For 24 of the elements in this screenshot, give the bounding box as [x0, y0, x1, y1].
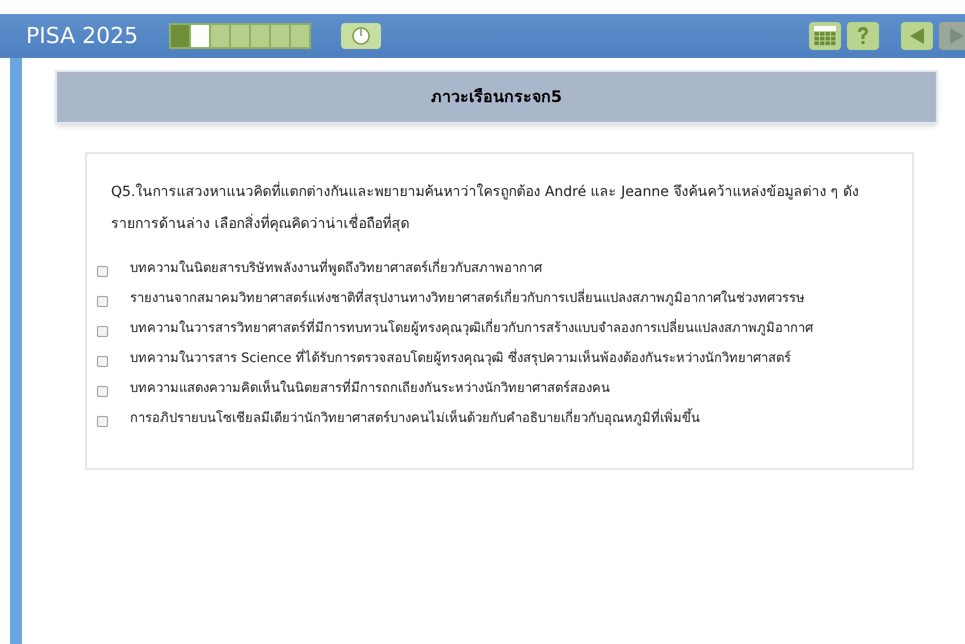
option-checkbox[interactable]: [97, 386, 108, 397]
option-checkbox[interactable]: [97, 296, 108, 307]
unit-title: ภาวะเรือนกระจก5: [430, 86, 562, 108]
back-button[interactable]: [901, 22, 933, 50]
option-label: รายงานจากสมาคมวิทยาศาสตร์แห่งชาติที่สรุปงานทางวิทยาศาสตร์เกี่ยวกับการเปลี่ยนแปลงสภาพภูมิอากาศในช่วงทศวรรษ: [130, 288, 805, 310]
app-title: PISA 2025: [26, 22, 140, 50]
right-arrow-icon: [949, 27, 965, 45]
option-label: บทความในวารสารวิทยาศาสตร์ที่มีการทบทวนโดยผู้ทรงคุณวุฒิเกี่ยวกับการสร้างแบบจำลองการเปลี่ยนแปลงสภาพภูมิอากาศ: [130, 318, 813, 340]
question-icon: [856, 26, 870, 46]
option-label: บทความในวารสาร Science ที่ได้รับการตรวจสอบโดยผู้ทรงคุณวุฒิ ซึ่งสรุปความเห็นพ้องต้องกันระหว่างนักวิทยาศาสตร์: [130, 348, 791, 370]
question-text: Q5.ในการแสวงหาแนวคิดที่แตกต่างกันและพยายามค้นหาว่าใครถูกต้อง André และ Jeanne จึงค้นคว้าแหล่งข้อมูลต่าง ๆ ดังรายการด้านล่าง เลือกสิ่งที่คุณคิดว่าน่าเชื่อถือที่สุด: [111, 176, 882, 240]
help-button[interactable]: [847, 22, 879, 50]
calculator-icon: [814, 26, 836, 46]
option-checkbox[interactable]: [97, 416, 108, 427]
calculator-button[interactable]: [809, 22, 841, 50]
option-label: บทความในนิตยสารบริษัทพลังงานที่พูดถึงวิทยาศาสตร์เกี่ยวกับสภาพอากาศ: [130, 258, 542, 280]
option-checkbox[interactable]: [97, 266, 108, 277]
option-label: การอภิปรายบนโซเชียลมีเดียว่านักวิทยาศาสตร์บางคนไม่เห็นด้วยกับคำอธิบายเกี่ยวกับอุณหภูมิที่เพิ่มขึ้น: [130, 408, 700, 430]
option-checkbox[interactable]: [97, 326, 108, 337]
timer-button[interactable]: [341, 23, 381, 49]
left-arrow-icon: [909, 27, 925, 45]
option-checkbox[interactable]: [97, 356, 108, 367]
option-label: บทความแสดงความคิดเห็นในนิตยสารที่มีการถกเถียงกันระหว่างนักวิทยาศาสตร์สองคน: [130, 378, 610, 400]
clock-icon: [352, 27, 370, 45]
